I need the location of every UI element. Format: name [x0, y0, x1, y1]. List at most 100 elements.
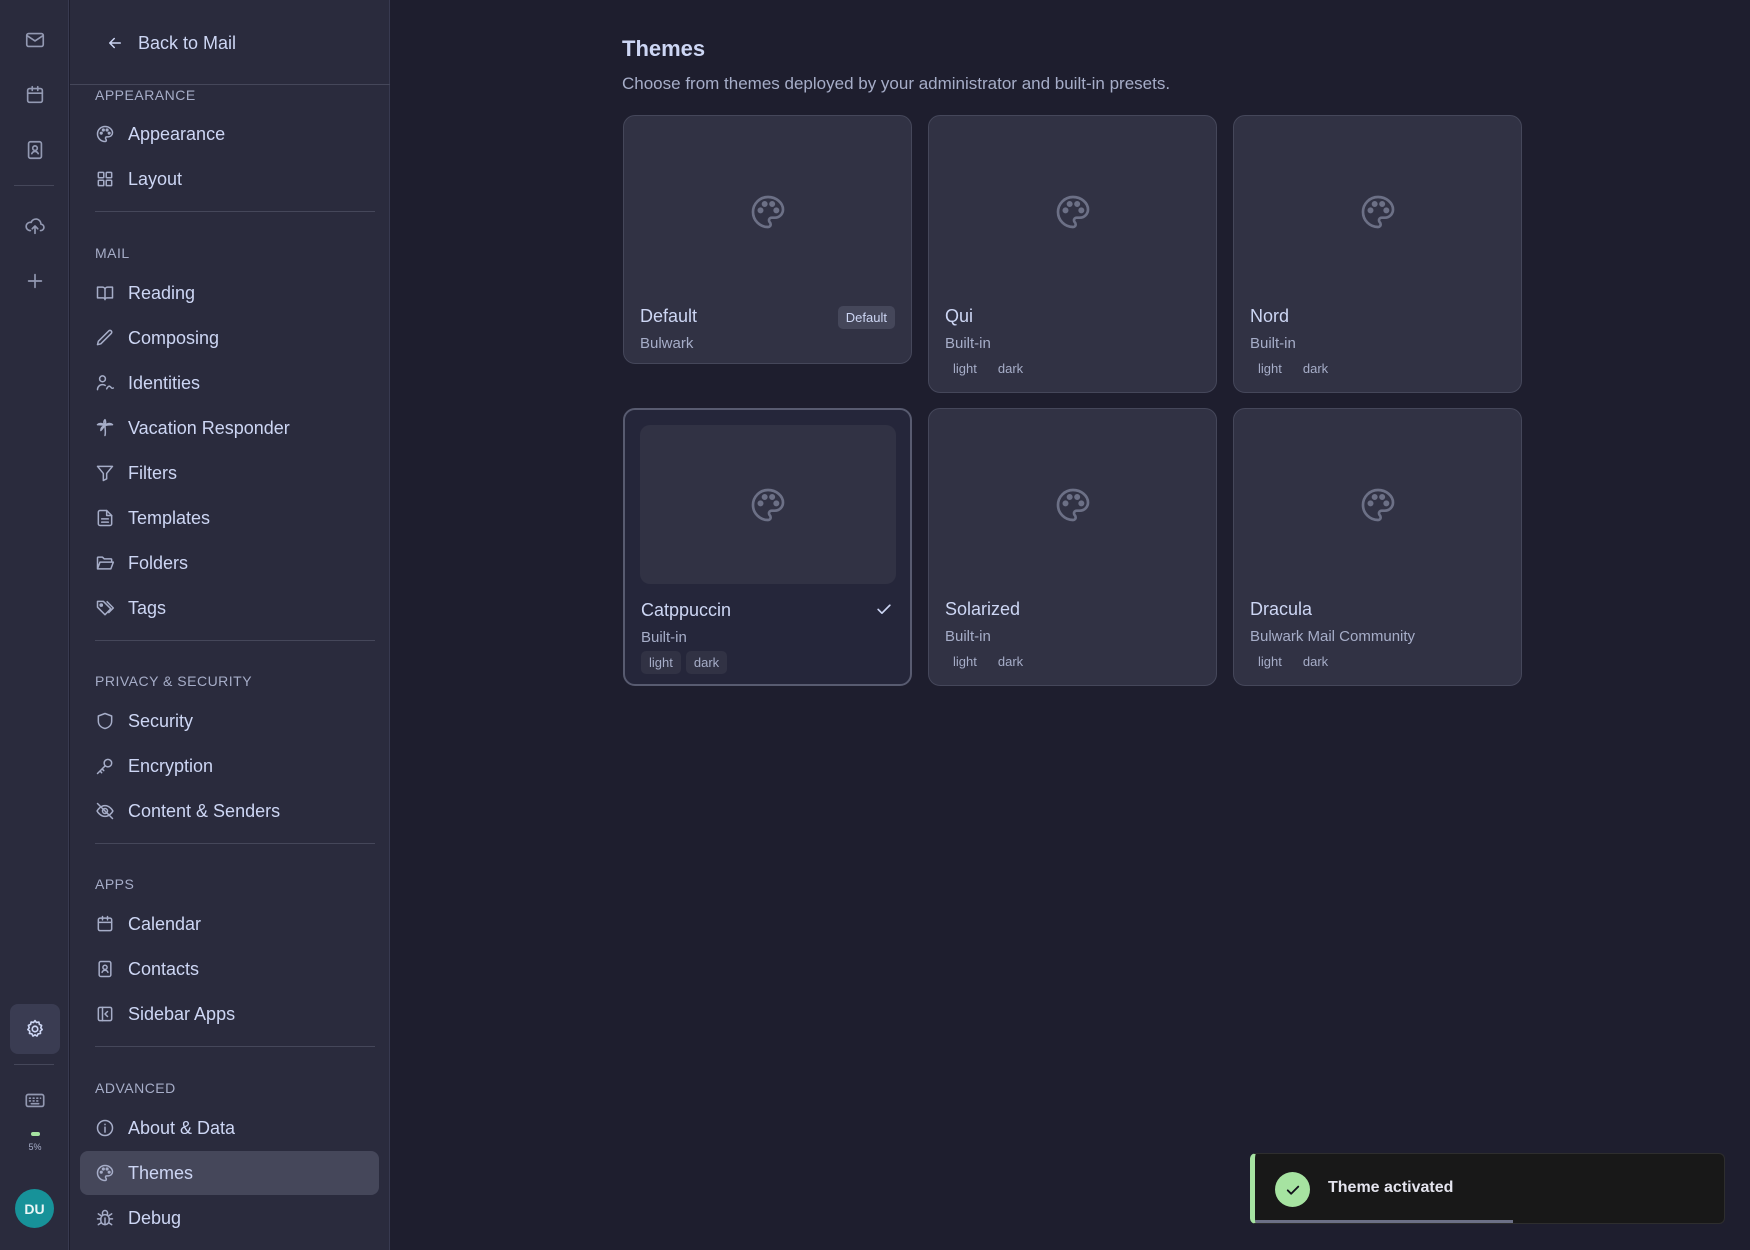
sidebar-item-templates[interactable]: Templates [80, 496, 379, 540]
sidebar-item-label: Sidebar Apps [128, 1003, 236, 1024]
tag-dark: dark [685, 651, 728, 674]
back-to-mail-link[interactable]: Back to Mail [106, 30, 236, 56]
divider [95, 211, 375, 212]
tag-light: light [1258, 654, 1282, 669]
sidebar-item-composing[interactable]: Composing [80, 316, 379, 360]
sidebar-item-sidebar-apps[interactable]: Sidebar Apps [80, 992, 379, 1036]
tag-light: light [953, 654, 977, 669]
app-rail: 5% DU [0, 0, 69, 1250]
sidebar-item-reading[interactable]: Reading [80, 271, 379, 315]
cloud-upload-icon[interactable] [10, 201, 60, 251]
sidebar-item-appearance[interactable]: Appearance [80, 112, 379, 156]
contact-book-icon [98, 960, 112, 978]
plus-icon[interactable] [10, 256, 60, 306]
sidebar-item-label: About & Data [128, 1117, 236, 1138]
palette-icon [96, 1164, 114, 1182]
theme-preview [945, 132, 1201, 291]
storage-usage: 5% [10, 1132, 60, 1152]
sidebar-item-label: Vacation Responder [128, 417, 290, 438]
book-icon [96, 286, 114, 301]
theme-source: Built-in [641, 629, 687, 646]
sidebar-item-label: Content & Senders [128, 800, 281, 821]
section-title-appearance: Appearance [95, 87, 196, 103]
theme-tags: light dark [1250, 357, 1336, 380]
palette-icon [751, 488, 785, 521]
theme-card-solarized[interactable]: Solarized Built-in light dark [928, 408, 1217, 686]
settings-icon[interactable] [10, 1004, 60, 1054]
panel-left-icon [97, 1006, 113, 1022]
sidebar-item-themes[interactable]: Themes [80, 1151, 379, 1195]
sidebar-item-label: Calendar [128, 913, 202, 934]
section-title-apps: Apps [95, 876, 135, 892]
sidebar-item-label: Contacts [128, 958, 200, 979]
tag-light: light [953, 361, 977, 376]
tag-light: light [1258, 361, 1282, 376]
divider [95, 1046, 375, 1047]
palette-icon [1056, 488, 1090, 521]
shield-icon [97, 712, 113, 730]
sidebar-item-label: Tags [128, 597, 167, 618]
sidebar-item-content-senders[interactable]: Content & Senders [80, 789, 379, 833]
sidebar-item-label: Encryption [128, 755, 214, 776]
sidebar-item-identities[interactable]: Identities [80, 361, 379, 405]
sidebar-item-label: Identities [128, 372, 201, 393]
theme-name: Qui [945, 306, 974, 326]
sidebar-item-label: Themes [128, 1162, 194, 1183]
bug-icon [96, 1209, 114, 1226]
sidebar-item-filters[interactable]: Filters [80, 451, 379, 495]
storage-label: 5% [28, 1142, 42, 1152]
palette-icon [1361, 195, 1395, 228]
sidebar-item-label: Reading [128, 282, 196, 303]
theme-card-default[interactable]: Default Default Bulwark [623, 115, 912, 364]
theme-tags: light dark [945, 357, 1031, 380]
palette-icon [1361, 488, 1395, 521]
sidebar-item-folders[interactable]: Folders [80, 541, 379, 585]
toast-notification[interactable]: Theme activated [1250, 1153, 1725, 1224]
sidebar-item-vacation-responder[interactable]: Vacation Responder [80, 406, 379, 450]
palette-icon [1056, 195, 1090, 228]
tag-dark: dark [1302, 361, 1329, 376]
theme-preview [640, 132, 896, 291]
sidebar-item-label: Security [128, 710, 194, 731]
toast-message: Theme activated [1328, 1179, 1454, 1196]
section-title-advanced: Advanced [95, 1080, 176, 1096]
theme-source: Built-in [1250, 335, 1296, 352]
theme-card-nord[interactable]: Nord Built-in light dark [1233, 115, 1522, 393]
theme-card-dracula[interactable]: Dracula Bulwark Mail Community light dar… [1233, 408, 1522, 686]
arrow-left-icon [109, 37, 121, 49]
folder-open-icon [96, 556, 115, 570]
sidebar-item-label: Filters [128, 462, 177, 483]
sidebar-item-tags[interactable]: Tags [80, 586, 379, 630]
theme-name: Solarized [945, 599, 1021, 619]
rail-divider [14, 1064, 54, 1065]
key-icon [96, 758, 113, 775]
mail-icon[interactable] [10, 15, 60, 65]
sidebar-item-calendar[interactable]: Calendar [80, 902, 379, 946]
sidebar-item-debug[interactable]: Debug [80, 1196, 379, 1240]
sidebar-item-encryption[interactable]: Encryption [80, 744, 379, 788]
theme-source: Bulwark [640, 335, 694, 352]
palette-icon [96, 125, 114, 143]
sidebar-item-contacts[interactable]: Contacts [80, 947, 379, 991]
keyboard-icon[interactable] [10, 1075, 60, 1125]
layout-grid-icon [97, 171, 113, 187]
sidebar-item-about-data[interactable]: About & Data [80, 1106, 379, 1150]
theme-card-catppuccin[interactable]: Catppuccin Built-in light dark [623, 408, 912, 686]
tag-dark: dark [997, 654, 1024, 669]
sidebar-item-security[interactable]: Security [80, 699, 379, 743]
avatar[interactable]: DU [15, 1189, 54, 1228]
theme-name: Dracula [1250, 599, 1313, 619]
theme-preview [1250, 425, 1506, 584]
storage-bar [30, 1132, 40, 1136]
theme-card-qui[interactable]: Qui Built-in light dark [928, 115, 1217, 393]
sidebar-item-label: Layout [128, 168, 183, 189]
calendar-icon[interactable] [10, 70, 60, 120]
file-text-icon [97, 509, 113, 527]
contacts-icon[interactable] [10, 125, 60, 175]
palm-tree-icon [96, 418, 114, 437]
check-icon [877, 604, 891, 614]
sidebar-item-label: Appearance [128, 123, 226, 144]
section-title-privacy-security: Privacy & Security [95, 673, 253, 689]
theme-source: Built-in [945, 335, 991, 352]
sidebar-item-layout[interactable]: Layout [80, 157, 379, 201]
